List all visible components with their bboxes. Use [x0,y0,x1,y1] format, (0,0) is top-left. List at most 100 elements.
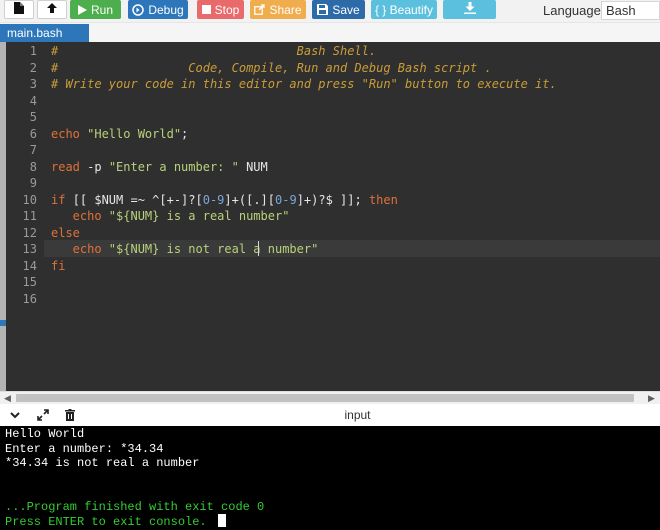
code-text: if [[ $NUM =~ ^[+-]?[0-9]+([.][0-9]+)?$ … [51,192,398,209]
line-number: 13 [22,242,37,256]
scrollbar-thumb[interactable] [16,394,634,402]
code-line: 13 echo "${NUM} is not real a number" [0,241,660,258]
console-line: ...Program finished with exit code 0 [5,500,265,514]
stop-button[interactable]: Stop [197,0,244,19]
run-label: Run [90,2,113,17]
scroll-right-icon[interactable]: ▶ [648,393,655,404]
console-output[interactable]: Hello World Enter a number: *34.34 *34.34 … [0,426,660,530]
code-line: 12 else [0,225,660,242]
line-number: 5 [29,110,37,124]
file-icon [14,2,24,17]
code-token: -p [87,159,109,174]
code-line: 3 # Write your code in this editor and pr… [0,76,660,93]
code-line: 4 [0,93,660,110]
code-token: fi [51,258,66,273]
code-line: 14 fi [0,258,660,275]
code-token: "${NUM} is a real number" [108,209,290,223]
language-label: Language [543,3,601,18]
code-token: "Enter a number: " [108,159,239,174]
console-line: Enter a number: *34.34 [5,441,164,456]
editor-horizontal-scrollbar[interactable]: ◀ ▶ [0,391,660,404]
line-number: 15 [22,275,37,289]
code-token: then [368,192,398,207]
share-icon [254,4,266,15]
code-token: ]+([.][ [224,192,275,207]
download-button[interactable] [443,0,496,19]
code-token: echo [51,126,88,141]
code-line: 9 [0,175,660,192]
code-line: 16 [0,291,660,308]
code-line: 1 # Bash Shell. [0,43,660,60]
code-token: "${NUM} is not real a number" [108,242,319,256]
console-cursor [218,514,226,527]
code-token: # Code, Compile, Run and Debug Bash scri… [51,60,492,75]
debug-label: Debug [148,2,184,17]
text-cursor [258,241,259,256]
console-line: *34.34 is not real a number [5,456,200,471]
code-line: 15 [0,274,660,291]
tab-main-bash[interactable]: main.bash [0,24,89,43]
line-number: 14 [22,258,37,273]
line-number: 8 [29,159,37,174]
line-number: 7 [29,143,37,157]
line-number: 4 [29,93,37,108]
upload-button[interactable] [37,0,67,19]
line-number: 10 [22,192,37,207]
download-icon [463,2,476,17]
line-number: 2 [29,60,37,75]
code-text: else [51,225,80,242]
line-number: 3 [29,77,37,91]
console-line: Hello World [5,427,85,441]
language-select[interactable]: Bash [601,1,660,20]
beautify-button[interactable]: { } Beautify [371,0,437,19]
code-text: echo "${NUM} is a real number" [51,208,290,225]
scroll-left-icon[interactable]: ◀ [4,393,11,404]
tab-bar: main.bash [0,22,660,43]
line-number: 16 [22,291,37,306]
debug-button[interactable]: Debug [128,0,188,19]
code-line: 8 read -p "Enter a number: " NUM [0,159,660,176]
code-line: 10 if [[ $NUM =~ ^[+-]?[0-9]+([.][0-9]+)?… [0,192,660,209]
save-icon [317,4,329,15]
share-button[interactable]: Share [250,0,306,19]
upload-icon [46,2,58,17]
line-number: 1 [29,44,37,58]
stop-icon [201,5,211,14]
line-number: 6 [29,126,37,141]
code-text: echo "Hello World"; [51,126,188,143]
code-line: 2 # Code, Compile, Run and Debug Bash scr… [0,60,660,77]
toolbar: Run Debug Stop Share Save { } Beautify L… [0,0,660,22]
code-token: # Bash Shell. [51,44,377,58]
code-text: # Write your code in this editor and pre… [51,76,557,93]
code-token: if [51,192,73,207]
code-token: echo [51,209,109,223]
code-token: ; [181,126,189,141]
code-editor[interactable]: 1 # Bash Shell. 2 # Code, Compile, Run and … [0,42,660,391]
code-text: fi [51,258,65,275]
line-number: 9 [29,176,37,190]
code-line: 11 echo "${NUM} is a real number" [0,208,660,225]
share-label: Share [269,2,302,17]
code-line: 7 [0,142,660,159]
line-number: 11 [22,209,37,223]
save-label: Save [332,2,360,17]
run-button[interactable]: Run [70,0,121,19]
io-bar: input [0,405,660,426]
code-token: ]+)?$ ]]; [296,192,369,207]
code-line: 5 [0,109,660,126]
code-token: else [51,225,80,240]
io-title: input [344,408,371,422]
code-token: # Write your code in this editor and pre… [51,77,557,91]
play-icon [77,4,87,15]
code-token: 0-9 [275,192,297,207]
code-token: "Hello World" [87,126,182,141]
save-button[interactable]: Save [312,0,365,19]
code-text: # Code, Compile, Run and Debug Bash scri… [51,60,492,77]
debug-icon [132,3,145,16]
new-file-button[interactable] [4,0,34,19]
stop-label: Stop [214,2,240,17]
code-lines: 1 # Bash Shell. 2 # Code, Compile, Run and … [0,43,660,307]
code-text: read -p "Enter a number: " NUM [51,159,268,176]
beautify-label: { } Beautify [374,2,434,17]
code-text: # Bash Shell. [51,43,376,60]
